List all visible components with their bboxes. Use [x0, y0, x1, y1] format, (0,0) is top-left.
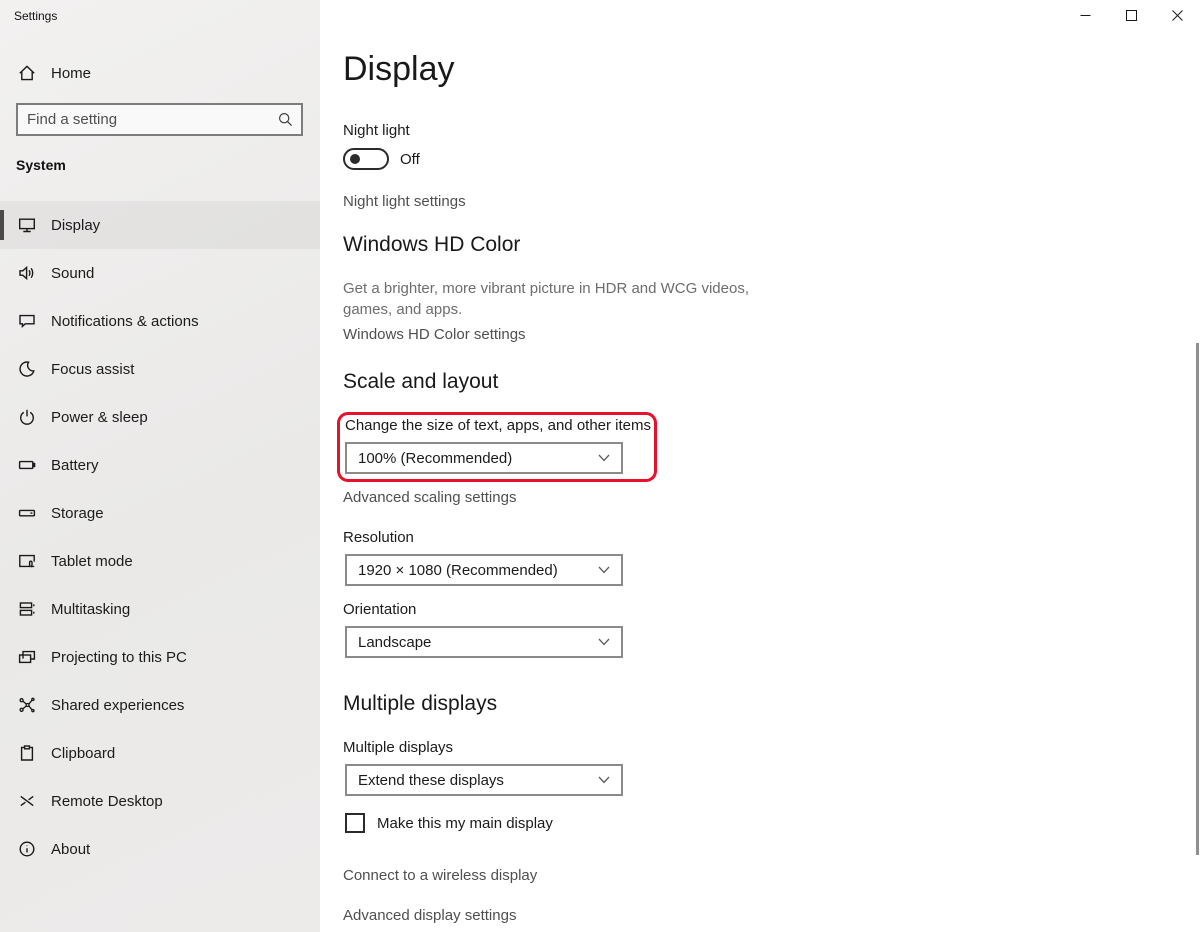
sidebar-item-label: Focus assist — [51, 361, 134, 378]
maximize-icon — [1126, 9, 1137, 24]
sidebar-item-label: Remote Desktop — [51, 793, 163, 810]
night-light-settings-link[interactable]: Night light settings — [343, 193, 466, 210]
multiple-displays-dropdown-value: Extend these displays — [358, 772, 504, 789]
main-display-checkbox-label: Make this my main display — [377, 815, 553, 832]
night-light-state: Off — [400, 151, 420, 168]
sidebar: Settings Home System Display — [0, 0, 320, 932]
hd-color-description: Get a brighter, more vibrant picture in … — [343, 278, 763, 320]
advanced-display-settings-link[interactable]: Advanced display settings — [343, 907, 516, 924]
resolution-label: Resolution — [343, 529, 414, 546]
sidebar-item-about[interactable]: About — [0, 825, 320, 873]
orientation-dropdown-value: Landscape — [358, 634, 431, 651]
hd-color-settings-link[interactable]: Windows HD Color settings — [343, 326, 526, 343]
sidebar-item-sound[interactable]: Sound — [0, 249, 320, 297]
sidebar-item-clipboard[interactable]: Clipboard — [0, 729, 320, 777]
window-title: Settings — [14, 9, 57, 23]
power-icon — [17, 407, 37, 427]
minimize-icon — [1080, 9, 1091, 24]
clipboard-icon — [17, 743, 37, 763]
resolution-dropdown-value: 1920 × 1080 (Recommended) — [358, 562, 558, 579]
tablet-mode-icon — [17, 551, 37, 571]
sidebar-item-power-sleep[interactable]: Power & sleep — [0, 393, 320, 441]
chevron-down-icon — [598, 776, 610, 784]
about-icon — [17, 839, 37, 859]
sidebar-item-label: Tablet mode — [51, 553, 133, 570]
sidebar-item-display[interactable]: Display — [0, 201, 320, 249]
chevron-down-icon — [598, 566, 610, 574]
minimize-button[interactable] — [1062, 0, 1108, 32]
sidebar-item-shared-experiences[interactable]: Shared experiences — [0, 681, 320, 729]
sidebar-item-label: Sound — [51, 265, 94, 282]
sound-icon — [17, 263, 37, 283]
remote-desktop-icon — [17, 791, 37, 811]
connect-wireless-display-link[interactable]: Connect to a wireless display — [343, 867, 537, 884]
sidebar-item-projecting[interactable]: Projecting to this PC — [0, 633, 320, 681]
night-light-toggle[interactable] — [343, 148, 389, 170]
sidebar-item-label: Notifications & actions — [51, 313, 199, 330]
multitasking-icon — [17, 599, 37, 619]
scale-dropdown-value: 100% (Recommended) — [358, 450, 512, 467]
scale-layout-heading: Scale and layout — [343, 370, 498, 394]
close-icon — [1172, 9, 1183, 24]
sidebar-item-label: Power & sleep — [51, 409, 148, 426]
search-box — [16, 103, 303, 136]
scale-dropdown[interactable]: 100% (Recommended) — [345, 442, 623, 474]
main-display-checkbox-row: Make this my main display — [345, 813, 553, 833]
toggle-knob — [350, 154, 360, 164]
advanced-scaling-link[interactable]: Advanced scaling settings — [343, 489, 516, 506]
page-title: Display — [343, 50, 454, 89]
sidebar-item-label: Clipboard — [51, 745, 115, 762]
maximize-button[interactable] — [1108, 0, 1154, 32]
vertical-scrollbar[interactable] — [1196, 343, 1199, 855]
sidebar-item-home[interactable]: Home — [0, 49, 320, 97]
notifications-icon — [17, 311, 37, 331]
sidebar-item-label: Storage — [51, 505, 104, 522]
search-input[interactable] — [18, 105, 278, 134]
sidebar-section-system: System — [16, 157, 66, 173]
multiple-displays-dropdown[interactable]: Extend these displays — [345, 764, 623, 796]
orientation-dropdown[interactable]: Landscape — [345, 626, 623, 658]
sidebar-item-label: Shared experiences — [51, 697, 184, 714]
shared-experiences-icon — [17, 695, 37, 715]
close-button[interactable] — [1154, 0, 1200, 32]
sidebar-item-label: About — [51, 841, 90, 858]
sidebar-item-focus-assist[interactable]: Focus assist — [0, 345, 320, 393]
display-icon — [17, 215, 37, 235]
hd-color-heading: Windows HD Color — [343, 233, 520, 257]
projecting-icon — [17, 647, 37, 667]
sidebar-item-notifications[interactable]: Notifications & actions — [0, 297, 320, 345]
sidebar-item-label: Multitasking — [51, 601, 130, 618]
sidebar-item-remote-desktop[interactable]: Remote Desktop — [0, 777, 320, 825]
sidebar-item-label: Projecting to this PC — [51, 649, 187, 666]
storage-icon — [17, 503, 37, 523]
home-icon — [17, 63, 37, 83]
multiple-displays-heading: Multiple displays — [343, 692, 497, 716]
sidebar-item-battery[interactable]: Battery — [0, 441, 320, 489]
sidebar-nav: Display Sound Notifications & actions — [0, 201, 320, 873]
orientation-label: Orientation — [343, 601, 416, 618]
scale-size-label: Change the size of text, apps, and other… — [345, 417, 651, 434]
sidebar-item-multitasking[interactable]: Multitasking — [0, 585, 320, 633]
night-light-label: Night light — [343, 122, 410, 139]
sidebar-item-storage[interactable]: Storage — [0, 489, 320, 537]
chevron-down-icon — [598, 638, 610, 646]
search-icon — [278, 112, 293, 127]
sidebar-item-label: Display — [51, 217, 100, 234]
chevron-down-icon — [598, 454, 610, 462]
focus-assist-icon — [17, 359, 37, 379]
battery-icon — [17, 455, 37, 475]
resolution-dropdown[interactable]: 1920 × 1080 (Recommended) — [345, 554, 623, 586]
sidebar-item-label: Battery — [51, 457, 99, 474]
sidebar-item-tablet-mode[interactable]: Tablet mode — [0, 537, 320, 585]
multiple-displays-label: Multiple displays — [343, 739, 453, 756]
main-display-checkbox[interactable] — [345, 813, 365, 833]
sidebar-item-label: Home — [51, 65, 91, 82]
